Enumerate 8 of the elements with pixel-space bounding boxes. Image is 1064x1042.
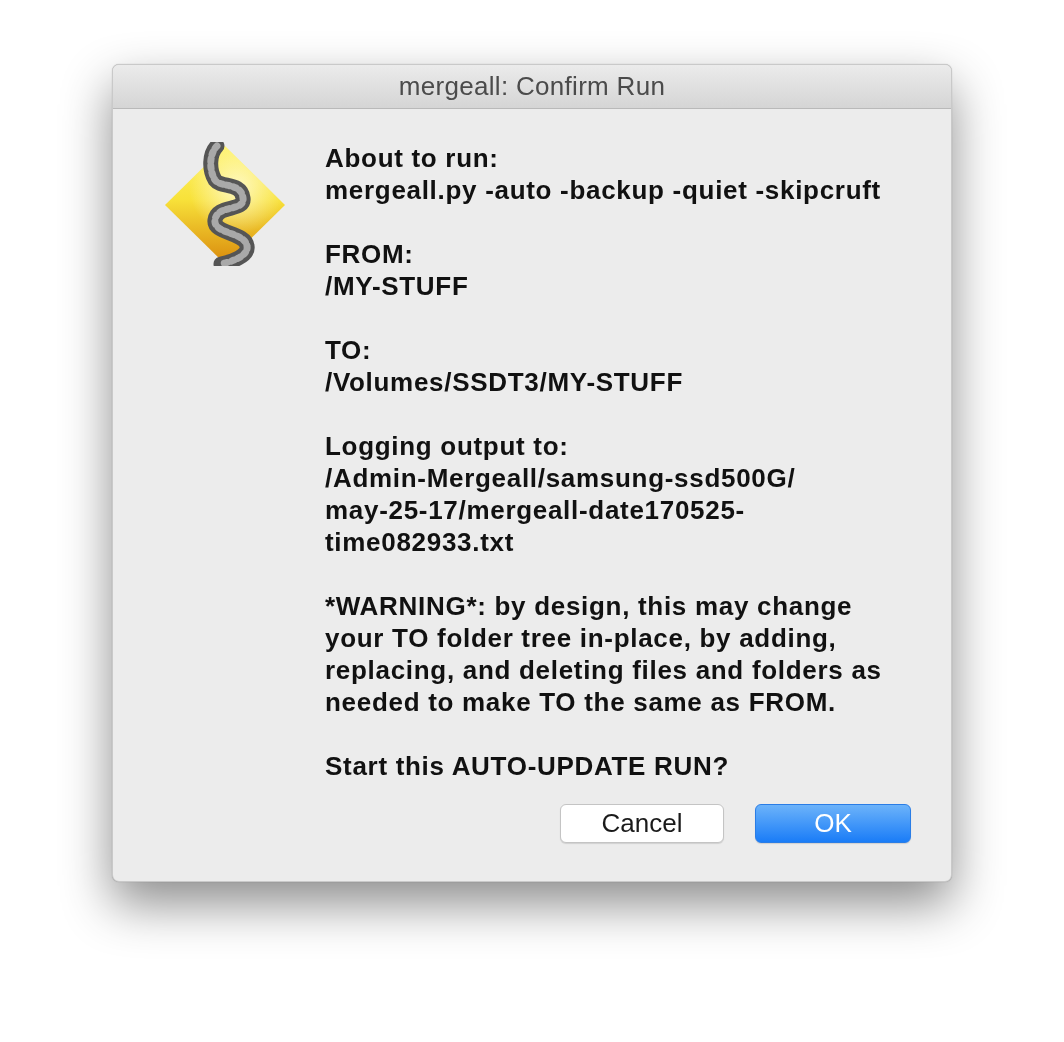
message-text: About to run: mergeall.py -auto -backup -quiet -skipcruft [325,142,882,206]
message-text: TO: /Volumes/SSDT3/MY-STUFF [325,334,684,398]
message-text: FROM: /MY-STUFF [325,238,470,302]
message-text: *WARNING*: by design, this may change your TO folder tree in-place, by adding, replacing, and deleting files and folders as needed to make TO the same as FROM. [325,590,883,718]
message-text: Logging output to: /Admin-Mergeall/samsung-ssd500G/ may-25-17/mergeall-date170525- time082933.txt [325,430,797,558]
message-text: Start this AUTO-UPDATE RUN? [325,750,731,782]
dialog-button[interactable]: Cancel [560,804,724,843]
window-title: mergeall: Confirm Run [398,71,666,102]
